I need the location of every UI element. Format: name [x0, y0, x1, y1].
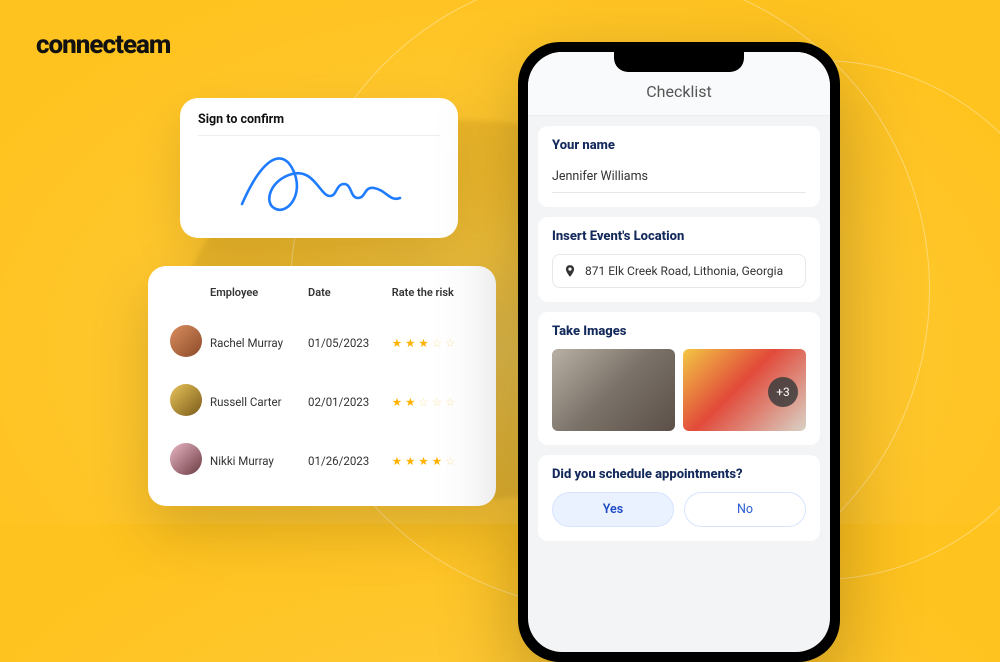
risk-stars: ★★★☆☆: [388, 313, 478, 372]
employee-date: 02/01/2023: [304, 372, 388, 431]
table-row: Rachel Murray 01/05/2023 ★★★☆☆: [166, 313, 478, 372]
risk-table-card: Employee Date Rate the risk Rachel Murra…: [148, 266, 496, 506]
phone-frame: Checklist Your name Jennifer Williams In…: [518, 42, 840, 662]
field-label-name: Your name: [552, 138, 806, 153]
section-location: Insert Event's Location 871 Elk Creek Ro…: [538, 217, 820, 302]
yes-button[interactable]: Yes: [552, 492, 674, 527]
section-name: Your name Jennifer Williams: [538, 126, 820, 207]
image-thumbnail[interactable]: [552, 349, 675, 431]
employee-name: Russell Carter: [206, 372, 304, 431]
name-input[interactable]: Jennifer Williams: [552, 163, 806, 193]
section-images: Take Images +3: [538, 312, 820, 445]
signature-pad[interactable]: [198, 136, 440, 228]
phone-screen: Checklist Your name Jennifer Williams In…: [528, 52, 830, 652]
brand-logo: connecteam: [36, 30, 170, 60]
risk-stars: ★★☆☆☆: [388, 372, 478, 431]
avatar: [170, 325, 202, 357]
field-label-appointments: Did you schedule appointments?: [552, 467, 806, 482]
avatar: [170, 384, 202, 416]
employee-date: 01/05/2023: [304, 313, 388, 372]
location-input[interactable]: 871 Elk Creek Road, Lithonia, Georgia: [552, 254, 806, 288]
more-images-badge[interactable]: +3: [768, 377, 798, 407]
table-row: Russell Carter 02/01/2023 ★★☆☆☆: [166, 372, 478, 431]
location-value: 871 Elk Creek Road, Lithonia, Georgia: [585, 264, 783, 278]
pin-icon: [563, 264, 577, 278]
signature-card: Sign to confirm: [180, 98, 458, 238]
avatar: [170, 443, 202, 475]
table-row: Nikki Murray 01/26/2023 ★★★★☆: [166, 431, 478, 490]
risk-table: Employee Date Rate the risk Rachel Murra…: [166, 280, 478, 490]
signature-drawing: [234, 144, 404, 220]
field-label-images: Take Images: [552, 324, 806, 339]
col-employee: Employee: [206, 280, 304, 313]
phone-notch: [614, 52, 744, 72]
employee-name: Nikki Murray: [206, 431, 304, 490]
employee-date: 01/26/2023: [304, 431, 388, 490]
image-thumbnail[interactable]: +3: [683, 349, 806, 431]
field-label-location: Insert Event's Location: [552, 229, 806, 244]
no-button[interactable]: No: [684, 492, 806, 527]
col-date: Date: [304, 280, 388, 313]
signature-card-title: Sign to confirm: [198, 112, 440, 136]
risk-stars: ★★★★☆: [388, 431, 478, 490]
col-rate: Rate the risk: [388, 280, 478, 313]
employee-name: Rachel Murray: [206, 313, 304, 372]
section-appointments: Did you schedule appointments? Yes No: [538, 455, 820, 541]
